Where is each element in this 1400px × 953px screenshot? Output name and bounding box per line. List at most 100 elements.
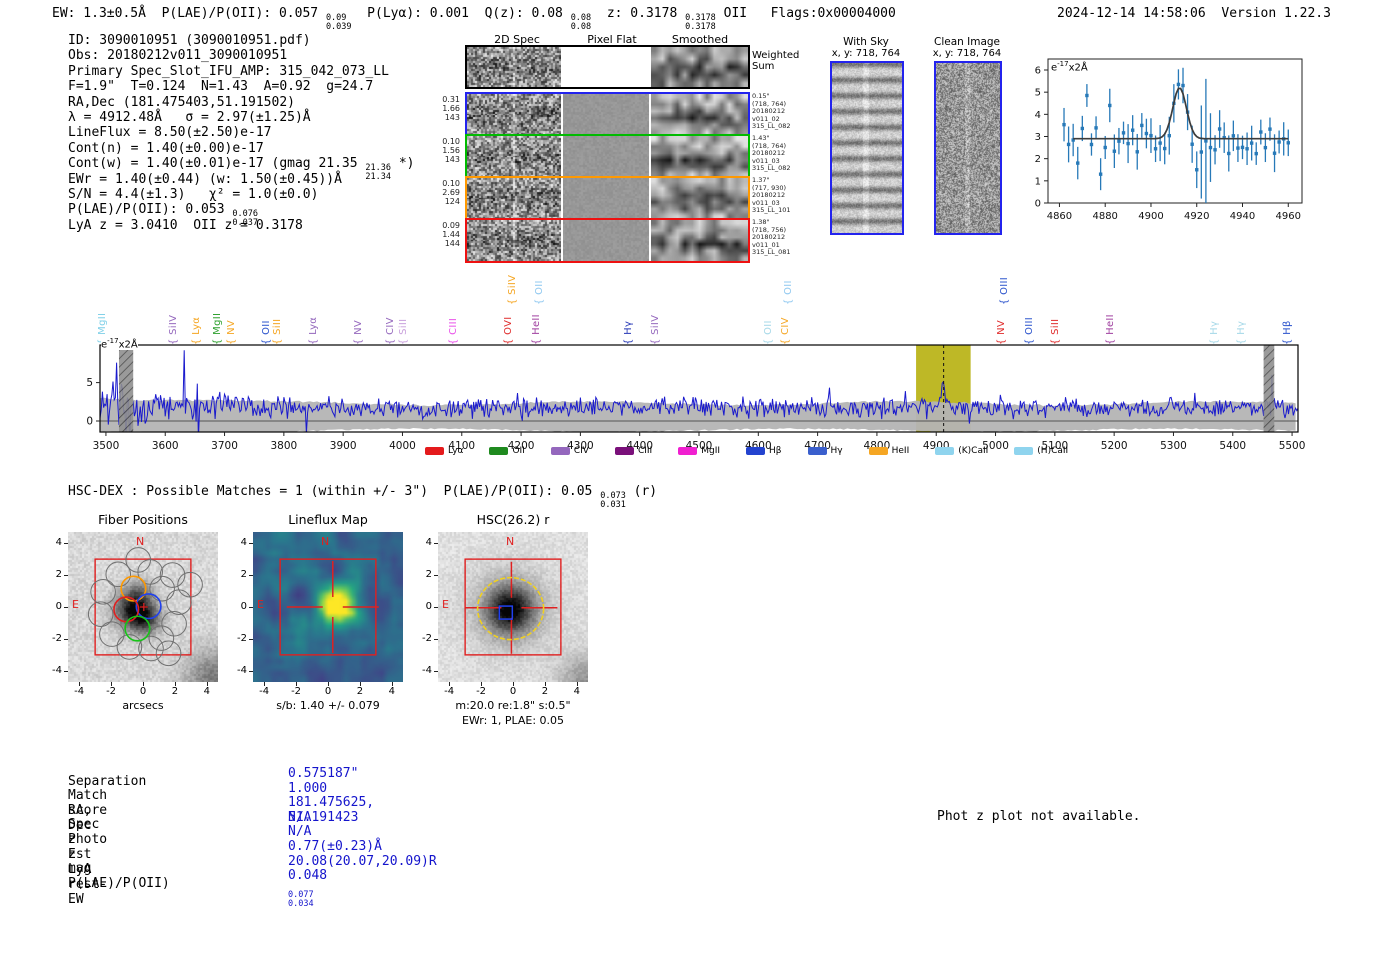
legend-swatch <box>808 447 827 455</box>
svg-text:5500: 5500 <box>1279 440 1306 452</box>
spec2d-row <box>465 218 750 263</box>
svg-text:4000: 4000 <box>389 440 416 452</box>
cutout-ytick: -2 <box>412 633 432 644</box>
cutout-ytick: -4 <box>227 665 247 676</box>
tick-mark <box>64 639 68 640</box>
cutout-xlabel: m:20.0 re:1.8" s:0.5" <box>413 699 613 712</box>
match-row-label: P(LAE)/P(OII) <box>68 876 170 891</box>
summary-line: LineFlux = 8.50(±2.50)e-17 <box>68 125 415 140</box>
cutout-title: Lineflux Map <box>233 512 423 527</box>
summary-line: Obs: 20180212v011_3090010951 <box>68 48 415 63</box>
legend-item: CIII <box>615 446 652 456</box>
svg-text:3: 3 <box>1035 132 1041 143</box>
cutout-xtick: 0 <box>313 686 343 697</box>
svg-text:0: 0 <box>86 416 93 428</box>
tick-mark <box>434 671 438 672</box>
weighted-sum-label: Weighted Sum <box>752 50 799 72</box>
tick-mark <box>249 639 253 640</box>
noise-image <box>563 136 649 177</box>
spec2d-row-right-labels: 1.37"(717, 930)20180212v011_03315_LL_101 <box>752 177 791 215</box>
legend-label: CIII <box>638 446 652 456</box>
full-spectrum-ylabel: e-17x2Å <box>101 337 138 350</box>
tick-mark <box>175 682 176 686</box>
report-date: 2024-12-14 14:58:06 <box>1057 6 1206 21</box>
match-row-value: 20.08(20.07,20.09)R <box>288 854 437 869</box>
pixel-flat-segment <box>563 178 649 219</box>
svg-text:2: 2 <box>1035 154 1041 165</box>
cutout-overlay <box>253 532 403 682</box>
svg-text:4960: 4960 <box>1276 211 1301 222</box>
cutout-ytick: 4 <box>42 537 62 548</box>
legend-swatch <box>678 447 697 455</box>
pixel-flat-segment <box>563 47 649 87</box>
cutout-xlabel2: EWr: 1, PLAE: 0.05 <box>413 714 613 727</box>
cutout-title: HSC(26.2) r <box>418 512 608 527</box>
svg-text:4900: 4900 <box>1138 211 1163 222</box>
tick-mark <box>264 682 265 686</box>
tick-mark <box>249 671 253 672</box>
tick-mark <box>434 575 438 576</box>
tick-mark <box>111 682 112 686</box>
tick-mark <box>79 682 80 686</box>
tick-mark <box>64 575 68 576</box>
legend-label: CIV <box>574 446 589 456</box>
phot-z-note: Phot z plot not available. <box>937 809 1141 824</box>
cutout-ytick: 2 <box>42 569 62 580</box>
svg-text:3800: 3800 <box>270 440 297 452</box>
svg-text:3700: 3700 <box>211 440 238 452</box>
svg-text:3600: 3600 <box>152 440 179 452</box>
legend-item: HeII <box>869 446 910 456</box>
noise-image <box>651 220 748 261</box>
tick-mark <box>249 575 253 576</box>
svg-text:4880: 4880 <box>1092 211 1117 222</box>
legend-swatch <box>1014 447 1033 455</box>
noise-image <box>651 136 748 177</box>
legend-item: Hβ <box>746 446 782 456</box>
cutout-ytick: 0 <box>42 601 62 612</box>
summary-block: ID: 3090010951 (3090010951.pdf)Obs: 2018… <box>68 33 415 233</box>
noise-image <box>467 178 561 219</box>
cutout-xtick: -2 <box>281 686 311 697</box>
cutout-ytick: 4 <box>412 537 432 548</box>
noise-image <box>467 220 561 261</box>
tick-mark <box>328 682 329 686</box>
legend-label: (K)CaII <box>958 446 988 456</box>
cutout-ytick: -4 <box>42 665 62 676</box>
svg-text:0: 0 <box>1035 199 1041 210</box>
svg-text:5: 5 <box>1035 88 1041 99</box>
pixel-flat-segment <box>563 220 649 261</box>
legend-label: OII <box>512 446 524 456</box>
noise-image <box>467 136 561 177</box>
line-fit-plot: 4860488049004920494049600123456 <box>1035 45 1395 235</box>
noise-image <box>651 178 748 219</box>
legend-label: Hβ <box>769 446 782 456</box>
cutout-xtick: -2 <box>466 686 496 697</box>
noise-image <box>832 63 902 233</box>
cutout-ytick: -2 <box>42 633 62 644</box>
svg-text:5400: 5400 <box>1219 440 1246 452</box>
spec2d-row-right-labels: 1.43"(718, 764)20180212v011_03315_LL_082 <box>752 135 791 173</box>
match-row-value: 0.77(±0.23)Å <box>288 839 382 854</box>
cutout-title: Fiber Positions <box>48 512 238 527</box>
tick-mark <box>434 607 438 608</box>
cutout-xtick: 4 <box>562 686 592 697</box>
legend-item: OII <box>489 446 524 456</box>
pixel-flat-segment <box>563 94 649 135</box>
legend-swatch <box>615 447 634 455</box>
spec2d-row <box>465 92 750 137</box>
legend-label: Hγ <box>831 446 843 456</box>
cutout-xlabel: s/b: 1.40 +/- 0.079 <box>228 699 428 712</box>
tick-mark <box>64 671 68 672</box>
svg-text:4860: 4860 <box>1047 211 1072 222</box>
noise-image <box>651 47 748 87</box>
cutout-xtick: 4 <box>192 686 222 697</box>
cutout-hsc <box>438 532 588 682</box>
match-row-value: 0.575187" <box>288 766 358 781</box>
svg-text:4: 4 <box>1035 110 1041 121</box>
line-fit-ylabel: e-17x2Å <box>1051 60 1088 73</box>
report-page: EW: 1.3±0.5Å P(LAE)/P(OII): 0.057 0.090.… <box>0 0 1400 953</box>
cutout-xtick: -4 <box>434 686 464 697</box>
legend-label: Lyα <box>448 446 463 456</box>
cutout-xtick: -4 <box>249 686 279 697</box>
summary-line: RA,Dec (181.475403,51.191502) <box>68 95 415 110</box>
